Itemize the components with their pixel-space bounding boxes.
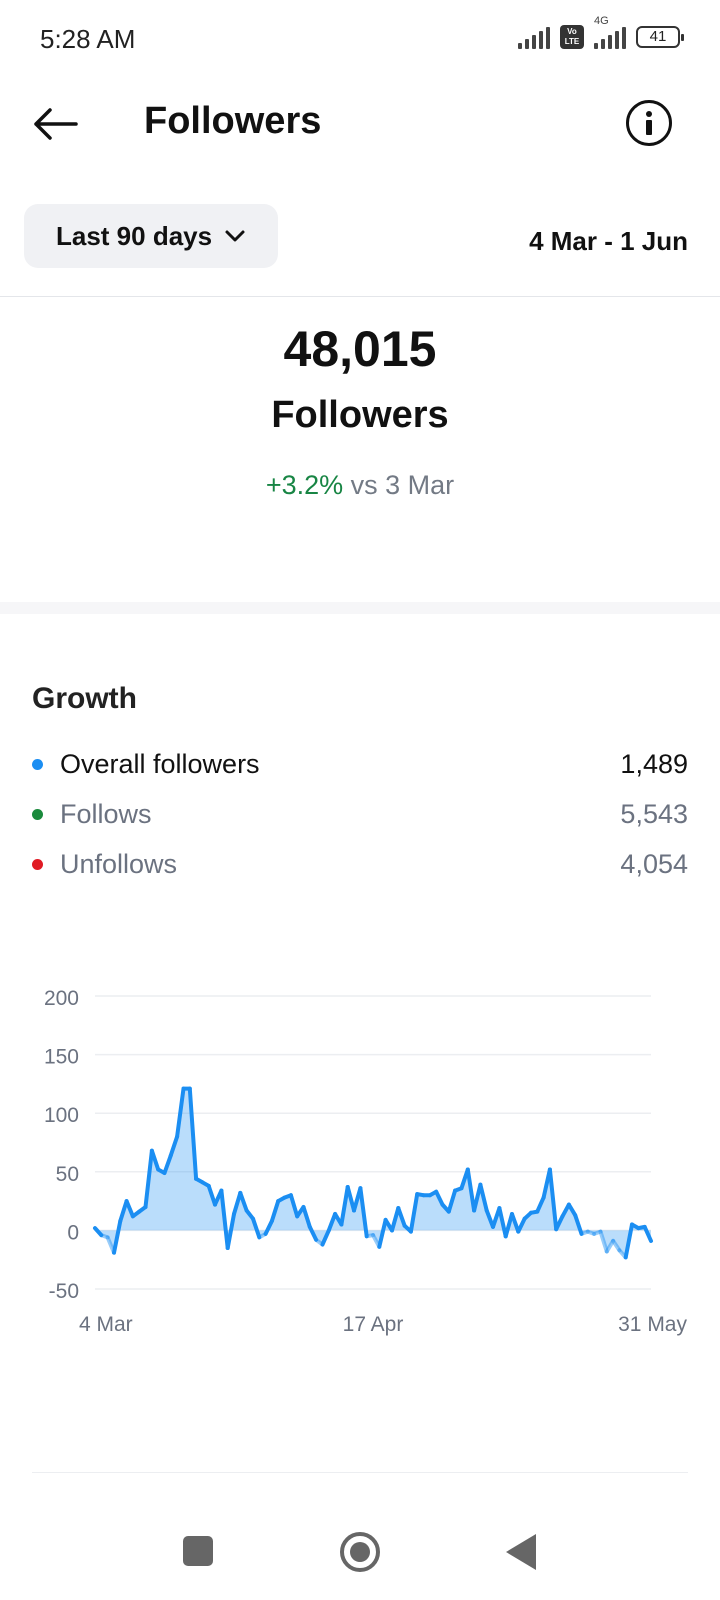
legend-value: 5,543 [620, 798, 688, 829]
date-range-text: 4 Mar - 1 Jun [529, 226, 688, 256]
legend-label: Follows [60, 798, 152, 829]
legend-row-follows: Follows 5,543 [32, 794, 688, 834]
network-type: 4G [594, 15, 609, 27]
legend-dot [32, 758, 43, 770]
legend-row-unfollows: Unfollows 4,054 [32, 844, 688, 884]
change-percent: +3.2% [265, 470, 344, 500]
growth-chart-svg: 200 150 100 50 0 -504 Mar 17 Apr 31 May [44, 990, 688, 1336]
y-tick-label: 100 [44, 1104, 79, 1127]
system-back-button[interactable] [506, 1534, 536, 1570]
arrow-left-icon [34, 108, 78, 140]
chevron-down-icon [225, 230, 245, 242]
series-line-segment [307, 1224, 319, 1242]
followers-count: 48,015 [283, 321, 437, 377]
signal-icon [518, 25, 550, 49]
divider [0, 296, 720, 297]
status-icons: Vo LTE 4G 41 [518, 15, 684, 52]
divider [32, 1472, 688, 1473]
page-title: Followers [144, 100, 322, 142]
growth-chart[interactable]: 200 150 100 50 0 -50 4 Mar 17 Apr 31 May [0, 990, 720, 1360]
legend-value: 1,489 [620, 748, 688, 779]
change-compare: vs 3 Mar [350, 470, 455, 500]
info-button[interactable] [626, 100, 672, 146]
legend-row-overall: Overall followers 1,489 [32, 744, 688, 784]
status-time: 5:28 AM [40, 24, 136, 54]
x-tick-label: 17 Apr [343, 1313, 404, 1336]
y-tick-label: 200 [44, 990, 79, 1010]
battery-icon: 41 [636, 26, 684, 48]
legend-label: Unfollows [60, 848, 178, 879]
x-tick-label: 4 Mar [79, 1313, 133, 1336]
legend-dot [32, 858, 43, 870]
date-range-label: Last 90 days [56, 220, 213, 251]
y-tick-label: -50 [49, 1280, 79, 1303]
network-4g-icon: 4G [594, 15, 626, 49]
back-button[interactable] [30, 100, 80, 150]
y-tick-label: 150 [44, 1046, 79, 1069]
volte-icon: Vo LTE [560, 25, 584, 49]
y-tick-label: 0 [67, 1221, 79, 1244]
x-tick-label: 31 May [618, 1313, 687, 1336]
legend-dot [32, 808, 43, 820]
followers-label: Followers [271, 394, 449, 436]
section-separator [0, 602, 720, 614]
y-tick-label: 50 [56, 1163, 79, 1186]
growth-title: Growth [32, 682, 137, 715]
date-range-dropdown[interactable]: Last 90 days [24, 204, 278, 268]
followers-change: +3.2% vs 3 Mar [0, 470, 720, 501]
home-button[interactable] [340, 1532, 380, 1572]
series-line-segment [263, 1219, 274, 1236]
legend-value: 4,054 [620, 848, 688, 879]
status-bar: 5:28 AM Vo LTE 4G 41 [0, 0, 720, 78]
info-icon [646, 111, 652, 117]
legend-label: Overall followers [60, 748, 260, 779]
recents-button[interactable] [183, 1536, 213, 1566]
